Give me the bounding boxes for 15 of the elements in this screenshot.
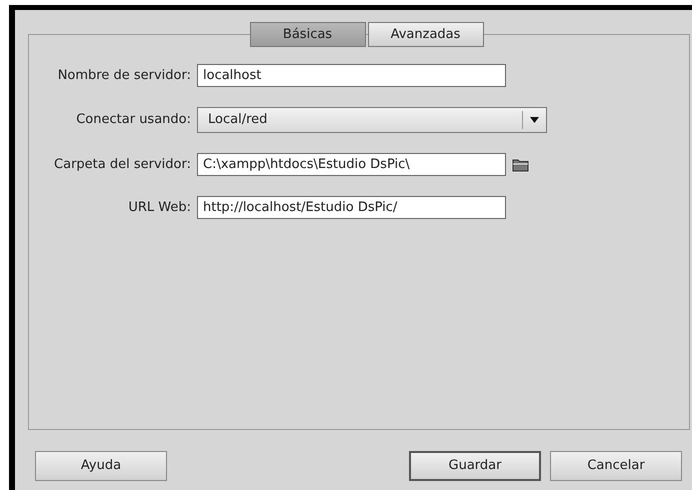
dialog-button[interactable]: Cancelar	[550, 451, 682, 481]
input-field[interactable]: C:\xampp\htdocs\Estudio DsPic\	[197, 153, 506, 176]
input-field[interactable]: localhost	[197, 64, 506, 87]
tab[interactable]: Avanzadas	[368, 22, 484, 47]
dialog-button[interactable]: Guardar	[409, 451, 541, 481]
field-label: URL Web:	[127, 198, 192, 217]
field-label: Carpeta del servidor:	[53, 156, 192, 174]
field-label: Nombre de servidor:	[56, 66, 192, 85]
input-field[interactable]: http://localhost/Estudio DsPic/	[197, 196, 506, 219]
field-label: Conectar usando:	[75, 111, 192, 130]
tab[interactable]: Básicas	[250, 22, 366, 47]
dialog-button[interactable]: Ayuda	[35, 451, 167, 481]
folder-icon[interactable]	[512, 158, 529, 172]
caret-icon	[530, 117, 539, 123]
connection-dropdown[interactable]: Local/red	[197, 107, 547, 133]
